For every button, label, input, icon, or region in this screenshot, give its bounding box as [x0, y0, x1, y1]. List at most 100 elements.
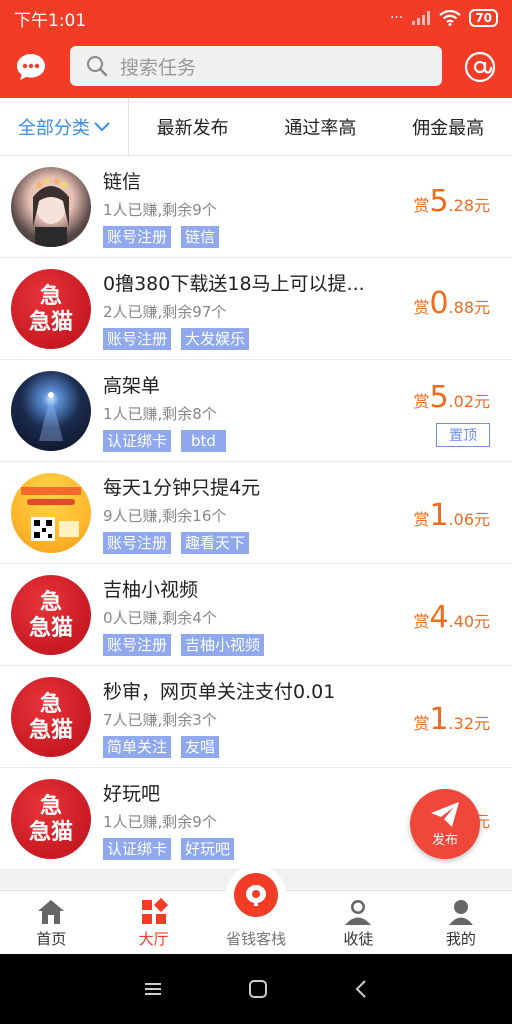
at-icon[interactable] — [464, 51, 496, 83]
filter-all-categories[interactable]: 全部分类 — [0, 98, 129, 155]
task-tag: 账号注册 — [103, 328, 172, 350]
reward-integer: 5 — [429, 380, 449, 415]
task-title: 高架单 — [103, 375, 161, 397]
logo-text: 急 — [39, 283, 62, 309]
tab-label: 首页 — [36, 930, 67, 948]
task-reward: 赏 5.28元 — [413, 184, 490, 219]
reward-integer: 5 — [429, 184, 449, 219]
battery-indicator: 70 — [469, 9, 498, 27]
reward-decimal: .28元 — [448, 196, 490, 215]
task-meta: 1人已赚,剩余9个 — [103, 201, 217, 219]
reward-integer: 4 — [429, 600, 449, 635]
avatar-jimao-logo: 急 急猫 — [11, 779, 91, 859]
task-tag: 简单关注 — [103, 736, 172, 758]
reward-prefix: 赏 — [413, 392, 430, 411]
paper-plane-icon — [431, 801, 459, 827]
avatar — [11, 473, 91, 553]
reward-prefix: 赏 — [413, 196, 430, 215]
filter-label: 通过率高 — [284, 117, 357, 139]
chevron-down-icon — [94, 121, 110, 131]
wifi-icon — [439, 10, 461, 26]
lantern-icon — [234, 873, 279, 917]
task-meta: 1人已赚,剩余8个 — [103, 405, 217, 423]
logo-text: 急 — [39, 793, 62, 819]
logo-text: 急猫 — [28, 717, 73, 743]
tab-label: 省钱客栈 — [226, 930, 287, 948]
task-tag: 好玩吧 — [181, 838, 235, 860]
tab-label: 收徒 — [343, 930, 374, 948]
task-title: 好玩吧 — [103, 783, 161, 805]
task-row[interactable]: 链信 1人已赚,剩余9个 账号注册 链信 赏 5.28元 — [0, 156, 512, 258]
avatar-photo — [33, 178, 69, 247]
avatar — [11, 371, 91, 451]
task-meta: 2人已赚,剩余97个 — [103, 303, 227, 321]
task-tag: 认证绑卡 — [103, 430, 172, 452]
reward-prefix: 赏 — [413, 510, 430, 529]
task-tag: 趣看天下 — [181, 532, 250, 554]
reward-integer: 0 — [429, 286, 449, 321]
task-tags: 账号注册 吉柚小视频 — [103, 634, 265, 656]
task-tag: 账号注册 — [103, 532, 172, 554]
system-nav-bar — [0, 954, 512, 1024]
home-square-icon[interactable] — [248, 979, 268, 999]
task-tag: 友唱 — [181, 736, 220, 758]
center-tab-button[interactable] — [226, 865, 287, 925]
task-row[interactable]: 急 急猫 0撸380下载送18马上可以提... 2人已赚,剩余97个 账号注册 … — [0, 258, 512, 360]
publish-button[interactable]: 发布 — [410, 789, 480, 859]
tab-label: 我的 — [445, 930, 476, 948]
task-title: 吉柚小视频 — [103, 579, 199, 601]
reward-decimal: .32元 — [448, 714, 490, 733]
task-tags: 简单关注 友唱 — [103, 736, 220, 758]
reward-decimal: .88元 — [448, 298, 490, 317]
tab-savings-inn[interactable]: 省钱客栈 — [205, 865, 307, 954]
reward-integer: 1 — [429, 498, 449, 533]
task-tag: 账号注册 — [103, 226, 172, 248]
bottom-tab-bar: 首页 大厅 省钱客栈 收徒 我的 — [0, 865, 512, 954]
avatar-photo — [39, 392, 63, 441]
task-title: 链信 — [103, 171, 142, 193]
reward-decimal: .40元 — [448, 612, 490, 631]
tab-hall[interactable]: 大厅 — [102, 891, 204, 954]
task-tags: 账号注册 链信 — [103, 226, 220, 248]
task-row[interactable]: 急 急猫 吉柚小视频 0人已赚,剩余4个 账号注册 吉柚小视频 赏 4.40元 — [0, 564, 512, 666]
logo-text: 急 — [39, 691, 62, 717]
task-tag: 账号注册 — [103, 634, 172, 656]
search-input[interactable]: 搜索任务 — [70, 46, 442, 86]
logo-text: 急猫 — [28, 615, 73, 641]
publish-label: 发布 — [431, 832, 458, 848]
task-tag: 吉柚小视频 — [181, 634, 265, 656]
reward-prefix: 赏 — [413, 714, 430, 733]
task-tags: 认证绑卡 btd — [103, 430, 226, 452]
task-reward: 赏 0.88元 — [413, 286, 490, 321]
task-row[interactable]: 高架单 1人已赚,剩余8个 认证绑卡 btd 赏 5.02元 置顶 — [0, 360, 512, 462]
message-icon[interactable] — [16, 52, 46, 82]
filter-latest[interactable]: 最新发布 — [129, 98, 257, 155]
task-meta: 9人已赚,剩余16个 — [103, 507, 227, 525]
tab-apprentice[interactable]: 收徒 — [307, 891, 409, 954]
avatar — [11, 167, 91, 247]
tab-mine[interactable]: 我的 — [410, 891, 512, 954]
top-bar: 搜索任务 — [0, 36, 512, 98]
filter-label: 最新发布 — [156, 117, 229, 139]
task-reward: 赏 1.06元 — [413, 498, 490, 533]
task-list: 链信 1人已赚,剩余9个 账号注册 链信 赏 5.28元 急 急猫 0撸380下载… — [0, 156, 512, 870]
search-placeholder: 搜索任务 — [120, 56, 197, 79]
search-icon — [87, 56, 108, 77]
tab-home[interactable]: 首页 — [0, 891, 102, 954]
signal-icon — [412, 11, 431, 25]
task-title: 秒审，网页单关注支付0.01 — [103, 681, 336, 703]
task-tags: 账号注册 趣看天下 — [103, 532, 250, 554]
task-row[interactable]: 每天1分钟只提4元 9人已赚,剩余16个 账号注册 趣看天下 赏 1.06元 — [0, 462, 512, 564]
status-time: 下午1:01 — [14, 10, 87, 31]
back-icon[interactable] — [353, 979, 369, 999]
filter-pass-rate[interactable]: 通过率高 — [257, 98, 385, 155]
task-meta: 7人已赚,剩余3个 — [103, 711, 217, 729]
task-tag: 大发娱乐 — [181, 328, 250, 350]
menu-icon[interactable] — [143, 981, 163, 997]
reward-prefix: 赏 — [413, 298, 430, 317]
task-row[interactable]: 急 急猫 秒审，网页单关注支付0.01 7人已赚,剩余3个 简单关注 友唱 赏1… — [0, 666, 512, 768]
filter-commission[interactable]: 佣金最高 — [384, 98, 512, 155]
task-title: 0撸380下载送18马上可以提... — [103, 273, 365, 295]
reward-prefix: 赏 — [413, 612, 430, 631]
tab-label: 大厅 — [138, 930, 169, 948]
